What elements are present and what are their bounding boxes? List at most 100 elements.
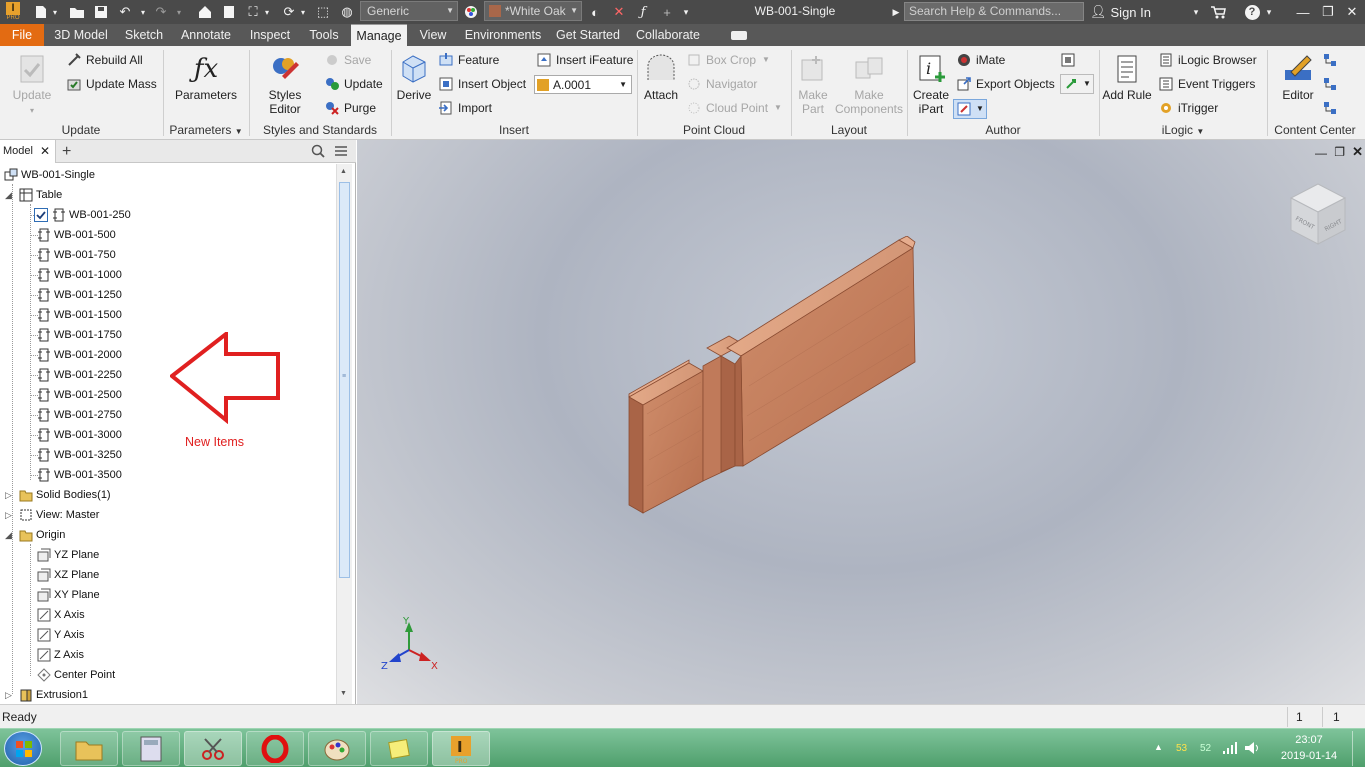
ifeature-combo[interactable]: A.0001 ▼	[534, 75, 632, 94]
tab-tools[interactable]: Tools	[302, 24, 346, 46]
tree-member-item[interactable]: WB-001-750	[37, 246, 116, 264]
tab-view[interactable]: View	[412, 24, 454, 46]
tree-member-item[interactable]: WB-001-3000	[37, 426, 122, 444]
scrollbar-thumb[interactable]: ≡	[339, 182, 350, 578]
info-center-arrow-icon[interactable]: ▶	[890, 3, 902, 21]
import-button[interactable]: Import	[438, 98, 492, 118]
tab-inspect[interactable]: Inspect	[242, 24, 298, 46]
tree-solid-bodies[interactable]: Solid Bodies(1)	[19, 486, 111, 504]
update-button[interactable]: Update ▾	[6, 52, 58, 118]
tab-sketch[interactable]: Sketch	[118, 24, 170, 46]
collapse-arrow-icon[interactable]: ◢	[4, 191, 13, 200]
author-tool-button[interactable]	[1060, 50, 1080, 70]
wood-board-model[interactable]	[619, 236, 919, 518]
tree-member-item[interactable]: WB-001-1250	[37, 286, 122, 304]
tree-member-item[interactable]: WB-001-2500	[37, 386, 122, 404]
parameters-button[interactable]: ƒx Parameters	[170, 52, 242, 102]
tab-manage[interactable]: Manage	[351, 24, 407, 46]
help-dropdown-icon[interactable]: ▾	[1264, 3, 1274, 21]
update-dropdown-icon[interactable]: ▾	[298, 3, 308, 21]
make-components-button[interactable]: Make Components	[832, 52, 906, 116]
tree-root[interactable]: WB-001-Single	[4, 166, 95, 184]
measure-icon[interactable]: ⬚	[314, 3, 332, 21]
expand-arrow-icon[interactable]: ▷	[4, 691, 13, 700]
taskbar-snipping-tool[interactable]	[184, 731, 242, 766]
taskbar-sticky-notes[interactable]	[370, 731, 428, 766]
place-feature-dropdown[interactable]: ▼	[1060, 74, 1094, 94]
redo-dropdown-icon[interactable]: ▾	[174, 3, 184, 21]
tab-annotate[interactable]: Annotate	[174, 24, 238, 46]
content-center-tool-2[interactable]	[1322, 74, 1342, 94]
box-crop-button[interactable]: Box Crop ▼	[686, 50, 770, 70]
adjust-appearance-icon[interactable]: ◐	[586, 3, 604, 21]
material-combo[interactable]: Generic ▼	[360, 1, 458, 21]
properties-icon[interactable]	[220, 3, 238, 21]
cloud-point-button[interactable]: Cloud Point ▼	[686, 98, 782, 118]
taskbar-opera[interactable]	[246, 731, 304, 766]
panel-label-ilogic[interactable]: iLogic ▼	[1100, 123, 1266, 139]
tab-3d-model[interactable]: 3D Model	[48, 24, 114, 46]
app-logo[interactable]: I PRO	[2, 0, 24, 24]
collapse-arrow-icon[interactable]: ◢	[4, 531, 13, 540]
content-center-tool-3[interactable]	[1322, 98, 1342, 118]
imate-button[interactable]: iMate	[956, 50, 1005, 70]
navigator-button[interactable]: Navigator	[686, 74, 757, 94]
taskbar-paint[interactable]	[308, 731, 366, 766]
content-center-editor-button[interactable]: Editor	[1278, 52, 1318, 102]
sign-in-button[interactable]: 👤︎ Sign In	[1090, 3, 1166, 21]
home-icon[interactable]	[196, 3, 214, 21]
undo-icon[interactable]: ↶	[116, 3, 134, 21]
add-rule-button[interactable]: Add Rule	[1100, 52, 1154, 102]
appearance-globe-icon[interactable]: ◍	[338, 3, 356, 21]
model-browser-scrollbar[interactable]: ▲ ≡ ▼	[336, 164, 352, 704]
fx-parameters-icon[interactable]: ƒ	[634, 3, 652, 21]
tree-origin-item[interactable]: Y Axis	[37, 626, 84, 644]
tree-member-item[interactable]: WB-001-1000	[37, 266, 122, 284]
help-search-input[interactable]: Search Help & Commands...	[904, 2, 1084, 21]
taskbar-explorer[interactable]	[60, 731, 118, 766]
network-signal-icon[interactable]	[1222, 741, 1240, 755]
rebuild-all-button[interactable]: Rebuild All	[66, 50, 143, 70]
author-tool-dropdown[interactable]: ▼	[953, 99, 987, 119]
tab-get-started[interactable]: Get Started	[552, 24, 624, 46]
appearance-combo[interactable]: *White Oak ▼	[484, 1, 582, 21]
tree-member-item[interactable]: WB-001-2000	[37, 346, 122, 364]
new-file-icon[interactable]	[33, 3, 49, 21]
cart-icon[interactable]	[1208, 3, 1228, 21]
expand-arrow-icon[interactable]: ▷	[4, 491, 13, 500]
itrigger-button[interactable]: iTrigger	[1158, 98, 1218, 118]
styles-update-button[interactable]: Update	[324, 74, 383, 94]
styles-editor-button[interactable]: Styles Editor	[252, 52, 318, 116]
tree-member-item[interactable]: WB-001-2750	[37, 406, 122, 424]
styles-purge-button[interactable]: Purge	[324, 98, 376, 118]
volume-icon[interactable]	[1244, 741, 1262, 755]
tab-collaborate[interactable]: Collaborate	[630, 24, 706, 46]
open-folder-icon[interactable]	[68, 3, 86, 21]
tab-model[interactable]: Model ✕	[0, 140, 56, 163]
insert-ifeature-button[interactable]: Insert iFeature	[536, 50, 633, 70]
tree-origin[interactable]: Origin	[19, 526, 65, 544]
tray-expand-icon[interactable]: ▲	[1154, 742, 1163, 752]
update-mass-button[interactable]: Update Mass	[66, 74, 157, 94]
content-center-tool-1[interactable]	[1322, 50, 1342, 70]
tree-origin-item[interactable]: X Axis	[37, 606, 85, 624]
help-icon[interactable]: ?	[1243, 3, 1261, 21]
tree-member-item[interactable]: WB-001-250	[34, 206, 131, 224]
tab-file[interactable]: File	[0, 24, 44, 46]
tree-member-item[interactable]: WB-001-1750	[37, 326, 122, 344]
tree-origin-item[interactable]: XY Plane	[37, 586, 100, 604]
tree-member-item[interactable]: WB-001-500	[37, 226, 116, 244]
tree-origin-item[interactable]: XZ Plane	[37, 566, 99, 584]
hamburger-menu-icon[interactable]	[334, 144, 348, 158]
sign-in-dropdown-icon[interactable]: ▾	[1190, 3, 1202, 21]
view-cube[interactable]: FRONT RIGHT	[1287, 180, 1349, 248]
export-objects-button[interactable]: Export Objects	[956, 74, 1055, 94]
tree-extrusion[interactable]: Extrusion1	[19, 686, 88, 704]
taskbar-calculator[interactable]	[122, 731, 180, 766]
derive-button[interactable]: Derive	[394, 52, 434, 102]
scroll-up-icon[interactable]: ▲	[340, 168, 347, 175]
redo-icon[interactable]: ↷	[152, 3, 170, 21]
minimize-view-icon[interactable]: —	[1315, 146, 1327, 160]
close-view-icon[interactable]: ✕	[1352, 144, 1363, 160]
ribbon-display-options-button[interactable]	[724, 24, 754, 46]
